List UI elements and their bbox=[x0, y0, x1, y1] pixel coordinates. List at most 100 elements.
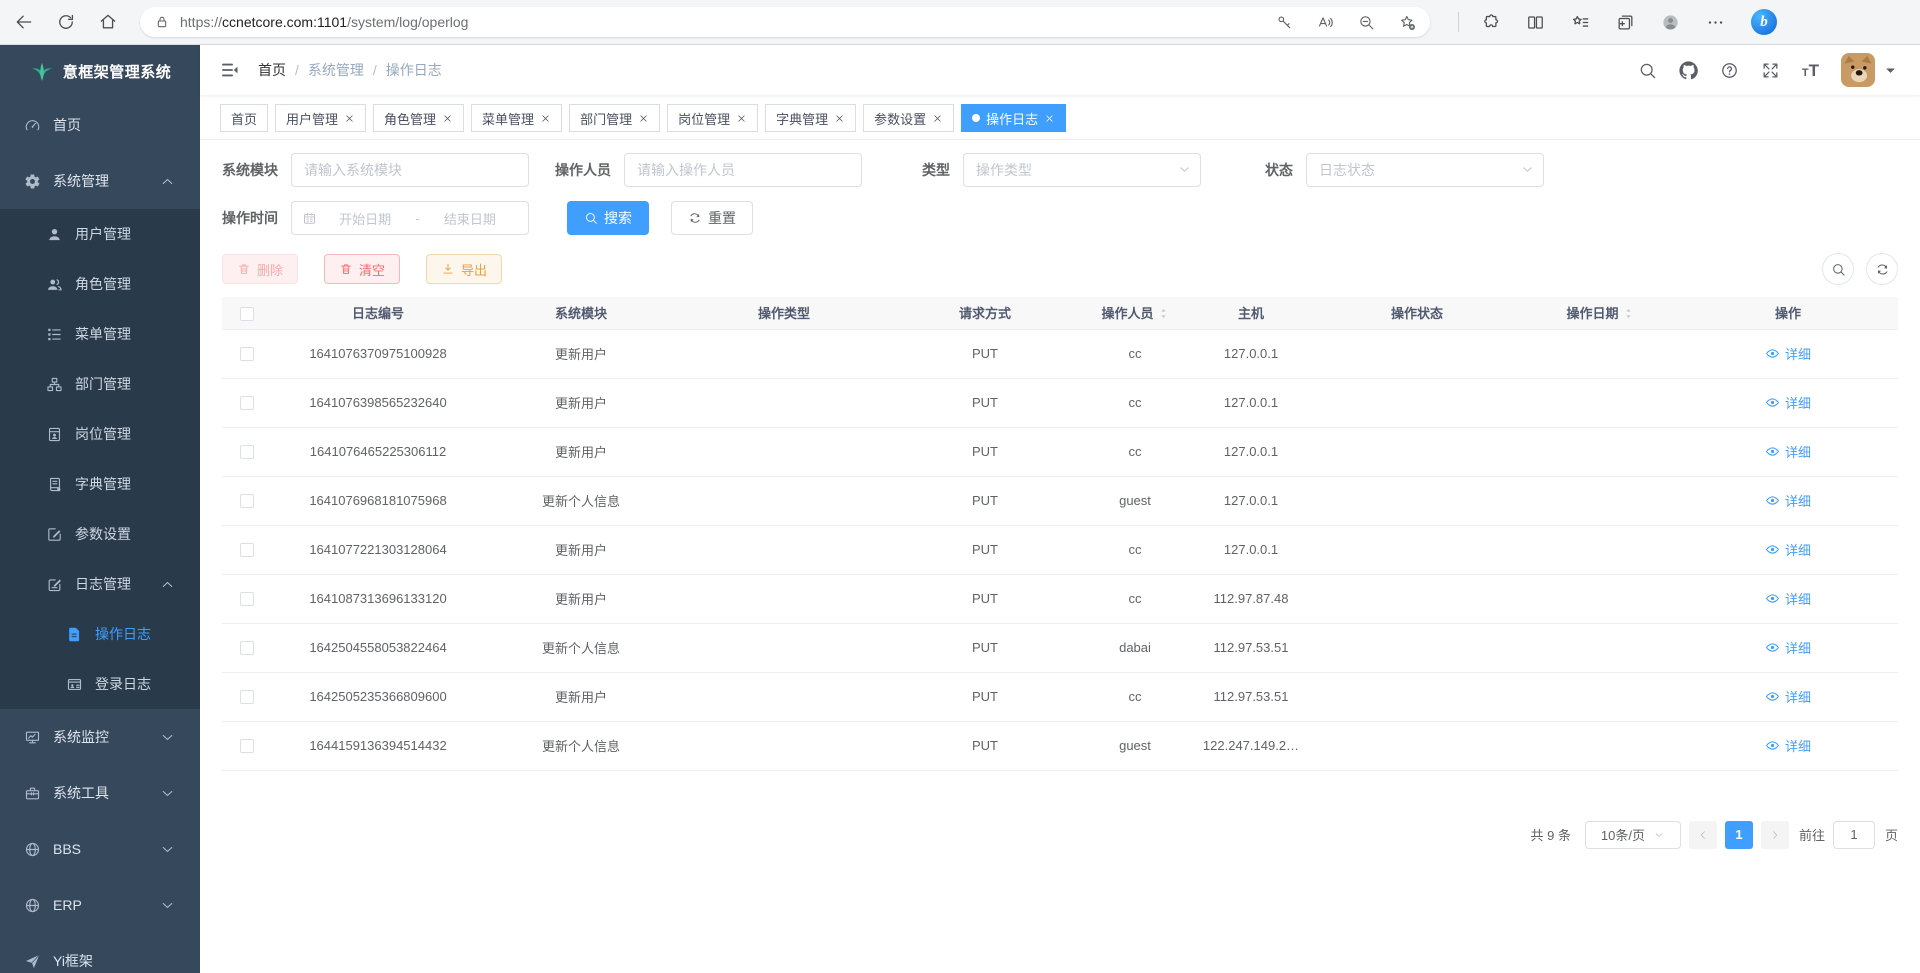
help-icon[interactable] bbox=[1720, 61, 1739, 80]
next-page-button[interactable] bbox=[1761, 821, 1789, 849]
sidebar-item-erp[interactable]: ERP bbox=[0, 877, 200, 933]
detail-link[interactable]: 详细 bbox=[1765, 344, 1811, 363]
avatar[interactable] bbox=[1841, 53, 1875, 87]
type-select[interactable] bbox=[963, 153, 1201, 187]
tab-oper-log[interactable]: 操作日志 bbox=[961, 104, 1066, 132]
reset-button[interactable]: 重置 bbox=[671, 201, 753, 235]
address-bar[interactable]: https://ccnetcore.com:1101/system/log/op… bbox=[140, 7, 1430, 37]
tab-post-mgmt[interactable]: 岗位管理 bbox=[667, 104, 758, 132]
tab-dict-mgmt[interactable]: 字典管理 bbox=[765, 104, 856, 132]
fullscreen-icon[interactable] bbox=[1761, 61, 1780, 80]
search-button[interactable]: 搜索 bbox=[567, 201, 649, 235]
delete-button[interactable]: 删除 bbox=[222, 254, 298, 284]
detail-link[interactable]: 详细 bbox=[1765, 736, 1811, 755]
sidebar-item-dept-mgmt[interactable]: 部门管理 bbox=[0, 359, 200, 409]
tab-home[interactable]: 首页 bbox=[220, 104, 268, 132]
row-checkbox[interactable] bbox=[240, 592, 254, 606]
sidebar-item-home[interactable]: 首页 bbox=[0, 97, 200, 153]
zoom-out-icon[interactable] bbox=[1358, 14, 1375, 31]
column-header[interactable]: 操作人员 bbox=[1080, 297, 1190, 329]
sidebar-item-system-tools[interactable]: 系统工具 bbox=[0, 765, 200, 821]
sidebar-fold-icon[interactable] bbox=[220, 60, 240, 80]
status-select[interactable] bbox=[1306, 153, 1544, 187]
row-checkbox[interactable] bbox=[240, 543, 254, 557]
url-text[interactable]: https://ccnetcore.com:1101/system/log/op… bbox=[180, 14, 1276, 30]
github-icon[interactable] bbox=[1679, 61, 1698, 80]
page-size-select[interactable]: 10条/页 bbox=[1585, 821, 1681, 849]
read-aloud-icon[interactable] bbox=[1317, 14, 1334, 31]
close-icon[interactable] bbox=[442, 113, 453, 124]
operator-input[interactable] bbox=[624, 153, 862, 187]
prev-page-button[interactable] bbox=[1689, 821, 1717, 849]
detail-link[interactable]: 详细 bbox=[1765, 687, 1811, 706]
extensions-icon[interactable] bbox=[1481, 13, 1500, 32]
user-menu[interactable] bbox=[1841, 53, 1900, 87]
table-refresh-button[interactable] bbox=[1866, 253, 1898, 285]
row-checkbox[interactable] bbox=[240, 396, 254, 410]
split-screen-icon[interactable] bbox=[1526, 13, 1545, 32]
detail-link[interactable]: 详细 bbox=[1765, 491, 1811, 510]
sidebar-item-role-mgmt[interactable]: 角色管理 bbox=[0, 259, 200, 309]
search-icon[interactable] bbox=[1638, 61, 1657, 80]
close-icon[interactable] bbox=[736, 113, 747, 124]
browser-profile-icon[interactable] bbox=[1661, 13, 1680, 32]
breadcrumb-home[interactable]: 首页 bbox=[258, 60, 286, 80]
tab-menu-mgmt[interactable]: 菜单管理 bbox=[471, 104, 562, 132]
sidebar-item-menu-mgmt[interactable]: 菜单管理 bbox=[0, 309, 200, 359]
browser-back-icon[interactable] bbox=[14, 12, 34, 32]
favorite-add-icon[interactable] bbox=[1399, 14, 1416, 31]
export-button[interactable]: 导出 bbox=[426, 254, 502, 284]
row-checkbox[interactable] bbox=[240, 739, 254, 753]
detail-link[interactable]: 详细 bbox=[1765, 540, 1811, 559]
select-all-checkbox[interactable] bbox=[240, 307, 254, 321]
sort-caret-icon[interactable] bbox=[1158, 306, 1169, 321]
row-checkbox[interactable] bbox=[240, 445, 254, 459]
detail-link[interactable]: 详细 bbox=[1765, 393, 1811, 412]
sidebar-item-login-log[interactable]: 登录日志 bbox=[0, 659, 200, 709]
close-icon[interactable] bbox=[638, 113, 649, 124]
column-header[interactable]: 操作日期 bbox=[1522, 297, 1678, 329]
tab-user-mgmt[interactable]: 用户管理 bbox=[275, 104, 366, 132]
page-1-button[interactable]: 1 bbox=[1725, 821, 1753, 849]
goto-page-input[interactable] bbox=[1833, 821, 1875, 849]
sidebar-item-log-mgmt[interactable]: 日志管理 bbox=[0, 559, 200, 609]
host-cell: 127.0.0.1 bbox=[1190, 476, 1312, 525]
sidebar-item-bbs[interactable]: BBS bbox=[0, 821, 200, 877]
more-options-icon[interactable] bbox=[1706, 13, 1725, 32]
date-range-input[interactable]: 开始日期 - 结束日期 bbox=[291, 201, 529, 235]
font-size-icon[interactable]: TT bbox=[1802, 62, 1819, 79]
collections-icon[interactable] bbox=[1616, 13, 1635, 32]
close-icon[interactable] bbox=[932, 113, 943, 124]
detail-link[interactable]: 详细 bbox=[1765, 589, 1811, 608]
tab-param-settings[interactable]: 参数设置 bbox=[863, 104, 954, 132]
bing-chat-icon[interactable]: b bbox=[1751, 9, 1777, 35]
sort-caret-icon[interactable] bbox=[1623, 306, 1634, 321]
module-input[interactable] bbox=[291, 153, 529, 187]
sidebar-item-yi-framework[interactable]: Yi框架 bbox=[0, 933, 200, 973]
row-checkbox[interactable] bbox=[240, 641, 254, 655]
row-checkbox[interactable] bbox=[240, 494, 254, 508]
sidebar-item-user-mgmt[interactable]: 用户管理 bbox=[0, 209, 200, 259]
detail-link[interactable]: 详细 bbox=[1765, 442, 1811, 461]
row-checkbox[interactable] bbox=[240, 690, 254, 704]
sidebar-item-param-settings[interactable]: 参数设置 bbox=[0, 509, 200, 559]
browser-refresh-icon[interactable] bbox=[56, 12, 76, 32]
clear-button[interactable]: 清空 bbox=[324, 254, 400, 284]
close-icon[interactable] bbox=[1044, 113, 1055, 124]
tab-role-mgmt[interactable]: 角色管理 bbox=[373, 104, 464, 132]
browser-home-icon[interactable] bbox=[98, 12, 118, 32]
sidebar-item-dict-mgmt[interactable]: 字典管理 bbox=[0, 459, 200, 509]
sidebar-item-system-monitor[interactable]: 系统监控 bbox=[0, 709, 200, 765]
row-checkbox[interactable] bbox=[240, 347, 254, 361]
favorites-bar-icon[interactable] bbox=[1571, 13, 1590, 32]
tab-dept-mgmt[interactable]: 部门管理 bbox=[569, 104, 660, 132]
password-key-icon[interactable] bbox=[1276, 14, 1293, 31]
close-icon[interactable] bbox=[834, 113, 845, 124]
detail-link[interactable]: 详细 bbox=[1765, 638, 1811, 657]
close-icon[interactable] bbox=[344, 113, 355, 124]
table-search-button[interactable] bbox=[1822, 253, 1854, 285]
close-icon[interactable] bbox=[540, 113, 551, 124]
sidebar-item-system-mgmt[interactable]: 系统管理 bbox=[0, 153, 200, 209]
sidebar-item-post-mgmt[interactable]: 岗位管理 bbox=[0, 409, 200, 459]
sidebar-item-oper-log[interactable]: 操作日志 bbox=[0, 609, 200, 659]
